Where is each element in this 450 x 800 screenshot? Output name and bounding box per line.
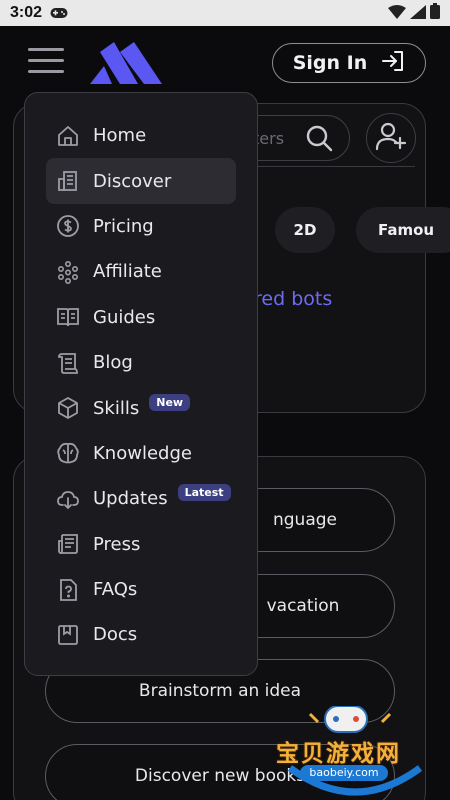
menu-item-label: Skills [93, 397, 140, 419]
cube-icon [55, 395, 81, 421]
battery-icon [430, 3, 440, 23]
sign-in-button[interactable]: Sign In [272, 43, 426, 83]
building-icon [55, 168, 81, 194]
scroll-icon [55, 350, 81, 376]
navigation-menu: Home Discover Pricing Affiliate Guides B… [24, 92, 258, 676]
bookmark-doc-icon [55, 622, 81, 648]
question-file-icon [55, 577, 81, 603]
add-user-icon [375, 120, 407, 156]
dollar-icon [55, 213, 81, 239]
menu-item-label: Blog [93, 352, 133, 374]
home-icon [55, 123, 81, 149]
watermark-url: baobeiy.com [300, 765, 388, 781]
new-badge: New [149, 393, 191, 411]
menu-item-pricing[interactable]: Pricing [46, 204, 236, 249]
menu-item-faqs[interactable]: FAQs [46, 567, 236, 612]
menu-item-discover[interactable]: Discover [46, 158, 236, 204]
search-icon[interactable] [305, 124, 333, 156]
watermark-title: 宝贝游戏网 [276, 741, 401, 767]
menu-item-updates[interactable]: Updates Latest [46, 476, 236, 521]
login-arrow-icon [381, 50, 405, 77]
menu-item-label: Home [93, 125, 147, 147]
signal-icon [410, 4, 426, 23]
wifi-icon [388, 4, 406, 23]
brain-icon [55, 440, 81, 466]
menu-item-skills[interactable]: Skills New [46, 385, 236, 430]
menu-item-label: Press [93, 533, 141, 555]
gamepad-icon [50, 4, 68, 23]
latest-badge: Latest [177, 484, 231, 502]
menu-item-blog[interactable]: Blog [46, 340, 236, 385]
top-header: Sign In [0, 26, 450, 98]
hamburger-menu-button[interactable] [28, 48, 64, 76]
menu-item-label: Pricing [93, 215, 154, 237]
book-icon [55, 304, 81, 330]
menu-item-label: Guides [93, 306, 156, 328]
status-bar: 3:02 [0, 0, 450, 26]
divider [255, 166, 415, 167]
category-chip[interactable]: 2D [275, 207, 335, 253]
status-time: 3:02 [10, 4, 43, 21]
menu-item-label: FAQs [93, 579, 138, 601]
dots-grid-icon [55, 259, 81, 285]
menu-item-docs[interactable]: Docs [46, 612, 236, 657]
menu-item-affiliate[interactable]: Affiliate [46, 249, 236, 294]
newspaper-icon [55, 531, 81, 557]
menu-item-home[interactable]: Home [46, 113, 236, 158]
brand-logo[interactable] [90, 42, 164, 88]
menu-item-label: Knowledge [93, 442, 192, 464]
sign-in-label: Sign In [292, 52, 368, 74]
cloud-download-icon [55, 486, 81, 512]
menu-item-knowledge[interactable]: Knowledge [46, 431, 236, 476]
menu-item-label: Discover [93, 170, 172, 192]
menu-item-guides[interactable]: Guides [46, 295, 236, 340]
add-user-button[interactable] [366, 113, 416, 163]
menu-item-label: Docs [93, 624, 138, 646]
menu-item-press[interactable]: Press [46, 522, 236, 567]
menu-item-label: Affiliate [93, 261, 162, 283]
category-chip[interactable]: Famou [356, 207, 450, 253]
menu-item-label: Updates [93, 488, 168, 510]
